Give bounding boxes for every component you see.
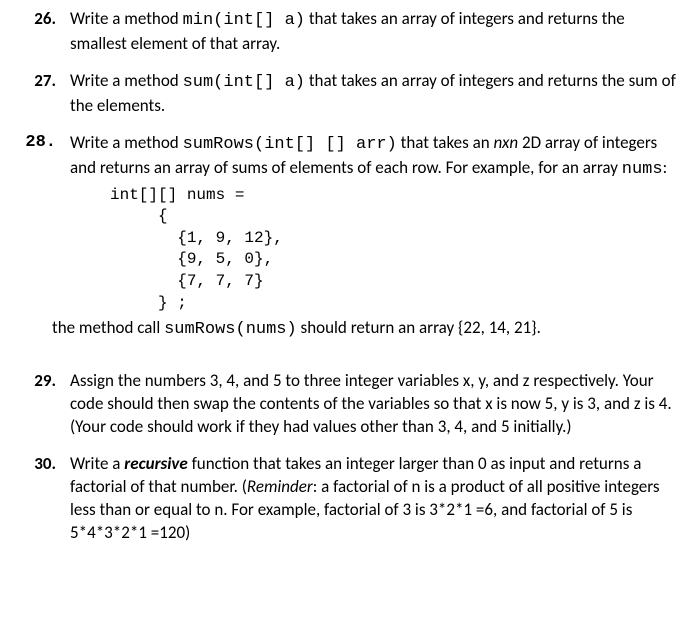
question-number: 28. — [24, 132, 70, 342]
question-number: 27. — [24, 70, 70, 118]
text: Write a — [70, 453, 124, 474]
text-line: the method call sumRows(nums) should ret… — [52, 317, 676, 342]
question-body: Assign the numbers 3, 4, and 5 to three … — [70, 370, 676, 439]
question-26: 26. Write a method min(int[] a) that tak… — [24, 8, 676, 56]
question-body: Write a recursive function that takes an… — [70, 453, 676, 545]
question-body: Write a method sum(int[] a) that takes a… — [70, 70, 676, 118]
text: Write a method — [70, 132, 183, 153]
inline-code: sumRows(nums) — [164, 320, 297, 339]
bold-italic-text: recursive — [124, 453, 187, 474]
question-29: 29. Assign the numbers 3, 4, and 5 to th… — [24, 370, 676, 439]
question-28: 28. Write a method sumRows(int[] [] arr)… — [24, 132, 676, 342]
text: Write a method — [70, 70, 183, 91]
text: Write a method — [70, 8, 183, 29]
question-30: 30. Write a recursive function that take… — [24, 453, 676, 545]
question-27: 27. Write a method sum(int[] a) that tak… — [24, 70, 676, 118]
question-number: 29. — [24, 370, 70, 439]
text: : — [663, 157, 668, 178]
text: Assign the numbers 3, 4, and 5 to three … — [70, 370, 672, 437]
inline-code: min(int[] a) — [183, 11, 305, 30]
question-body: Write a method sumRows(int[] [] arr) tha… — [70, 132, 676, 342]
text: that takes an — [397, 132, 494, 153]
inline-code: sum(int[] a) — [183, 73, 305, 92]
inline-code: sumRows(int[] [] arr) — [183, 135, 397, 154]
italic-text: nxn — [494, 132, 519, 153]
spacer — [24, 356, 676, 370]
question-body: Write a method min(int[] a) that takes a… — [70, 8, 676, 56]
question-number: 30. — [24, 453, 70, 545]
inline-code: nums — [622, 160, 663, 179]
text: the method call — [52, 317, 164, 338]
code-block: int[][] nums = { {1, 9, 12}, {9, 5, 0}, … — [110, 185, 676, 315]
text: should return an array {22, 14, 21}. — [297, 317, 541, 338]
italic-text: Reminder — [247, 476, 313, 497]
question-number: 26. — [24, 8, 70, 56]
